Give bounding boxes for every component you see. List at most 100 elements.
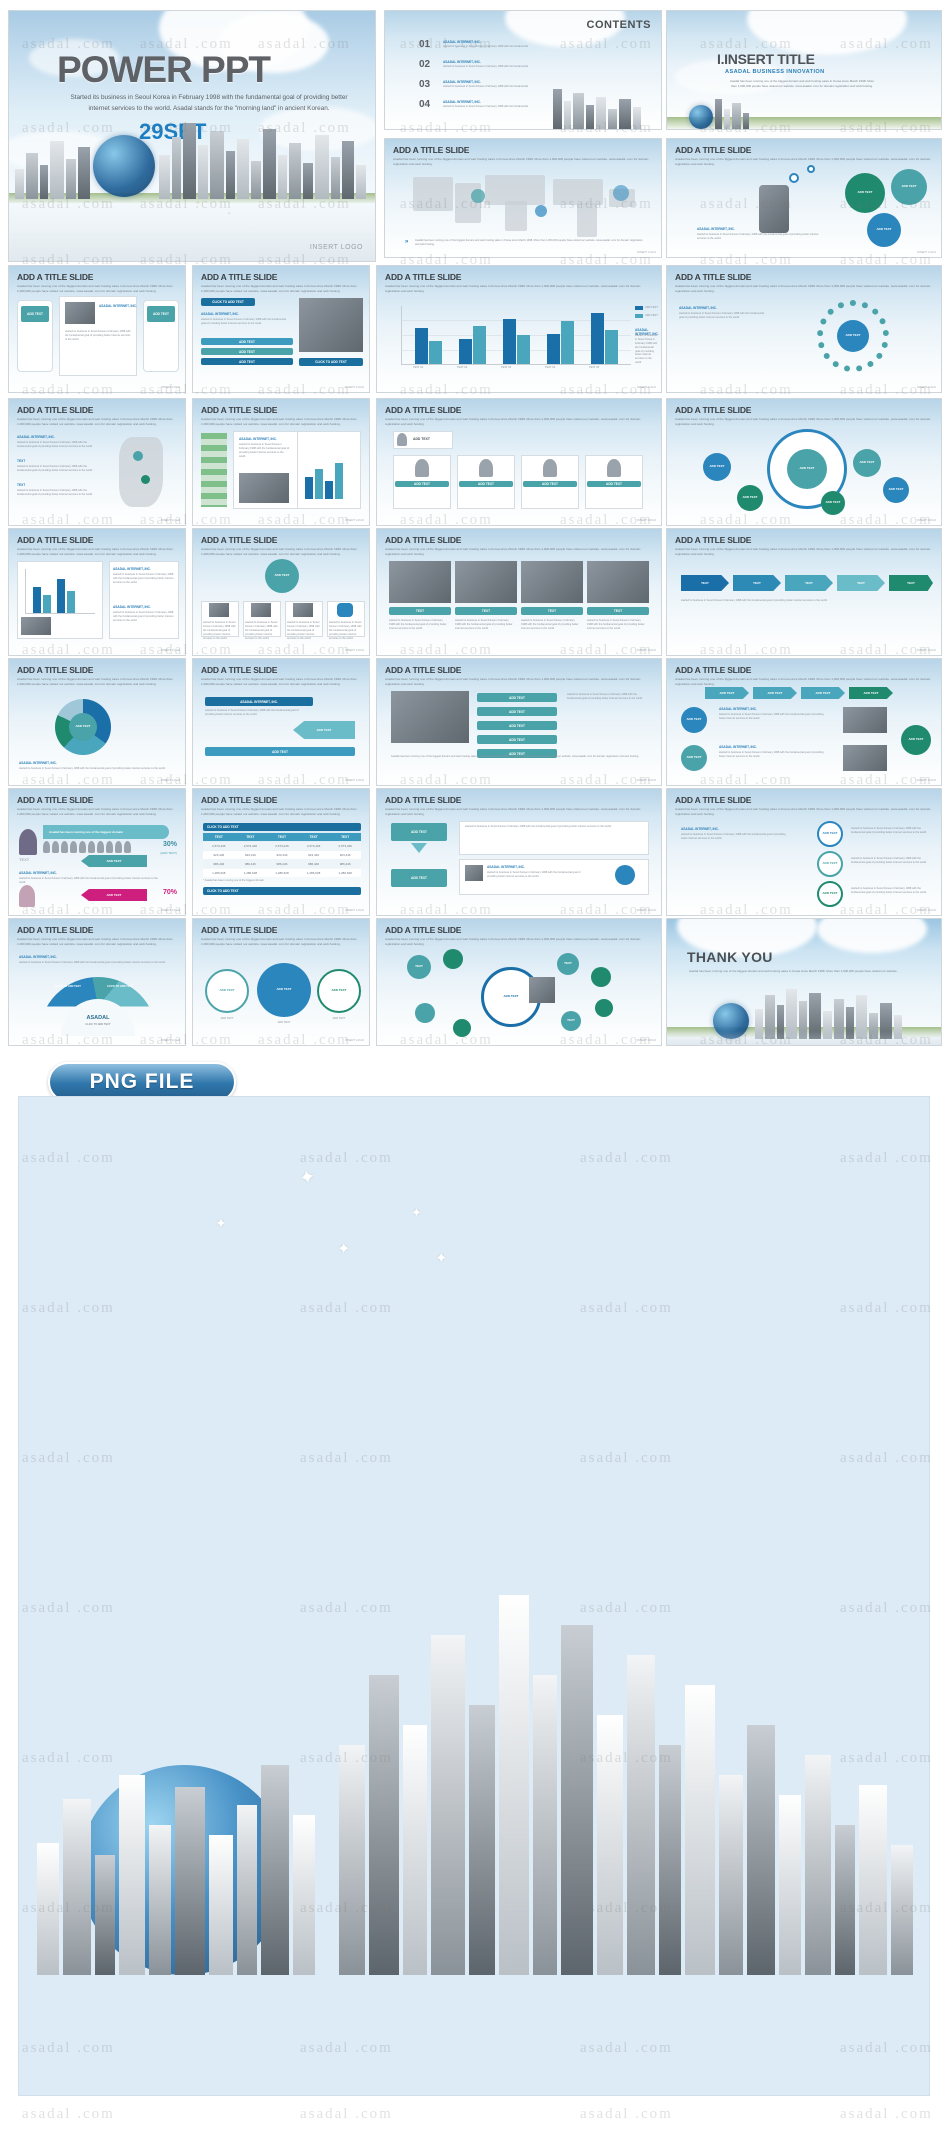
slide-gauge[interactable]: ADD A TITLE SLIDE Asadal has been runnin… [8,918,186,1046]
slide-cycle-flow[interactable]: ADD A TITLE SLIDE Asadal has been runnin… [666,658,942,786]
slide-numbered-blocks[interactable]: ADD A TITLE SLIDE Asadal has been runnin… [376,788,662,916]
slide-data-table[interactable]: ADD A TITLE SLIDE Asadal has been runnin… [192,788,370,916]
node-circle[interactable]: TEXT [561,1011,581,1031]
add-text-chip[interactable]: ADD TEXT [587,481,641,487]
add-text-chip[interactable]: ADD TEXT [523,481,577,487]
add-text-chip[interactable]: ADD TEXT [201,358,293,365]
add-text-circle[interactable]: ADD TEXT [817,821,843,847]
add-text-arrow[interactable]: ADD TEXT [81,889,147,901]
flow-step[interactable]: ADD TEXT [705,687,749,699]
flow-step[interactable]: TEXT [889,575,933,591]
slide-chart-report[interactable]: ADD A TITLE SLIDE Asadal has been runnin… [8,528,186,656]
flow-step[interactable]: TEXT [837,575,885,591]
add-text-arrow[interactable]: ADD TEXT [81,855,147,867]
slide-profile-cards[interactable]: ADD A TITLE SLIDE Asadal has been runnin… [376,398,662,526]
add-text-chip[interactable]: ADD TEXT [21,306,49,322]
slide-ring-list[interactable]: ADD A TITLE SLIDE Asadal has been runnin… [666,788,942,916]
slide-circles-device[interactable]: ADD A TITLE SLIDE Asadal has been runnin… [666,138,942,258]
flow-step[interactable]: TEXT [733,575,781,591]
add-text-circle[interactable]: ADD TEXT [205,969,249,1013]
slide-three-rings[interactable]: ADD A TITLE SLIDE Asadal has been runnin… [192,918,370,1046]
table-header-label[interactable]: CLICK TO ADD TEXT [203,823,361,831]
add-text-chip[interactable]: ADD TEXT [201,338,293,345]
add-text-circle[interactable]: ADD TEXT [901,725,931,755]
node-circle[interactable] [453,1019,471,1037]
table-row[interactable]: 2,573,446 2,573,446 2,573,446 2,573,446 … [203,842,361,850]
flow-step[interactable]: TEXT [785,575,833,591]
slide-dotted-circle[interactable]: ADD A TITLE SLIDE Asadal has been runnin… [666,265,942,393]
slide-mobile-cards[interactable]: ADD A TITLE SLIDE Asadal has been runnin… [8,265,186,393]
slide-chevron-flow[interactable]: ADD A TITLE SLIDE Asadal has been runnin… [666,528,942,656]
node-circle[interactable] [443,949,463,969]
add-text-circle[interactable]: ADD TEXT [69,713,97,741]
add-text-circle[interactable]: ADD TEXT [853,449,881,477]
add-text-chip[interactable]: ADD TEXT [477,721,557,730]
caption-bar[interactable]: Asadal has been running one of the bigge… [43,825,169,839]
company-banner[interactable]: ASADAL INTERNET, INC. [205,697,313,706]
node-circle[interactable]: TEXT [407,955,431,979]
add-text-chip[interactable]: ADD TEXT [477,735,557,744]
add-text-chip[interactable]: ADD TEXT [205,747,355,756]
map-marker[interactable] [141,475,150,484]
slide-korea-map[interactable]: ADD A TITLE SLIDE Asadal has been runnin… [8,398,186,526]
slide-donut[interactable]: ADD A TITLE SLIDE Asadal has been runnin… [8,658,186,786]
add-text-circle[interactable]: ADD TEXT [681,745,707,771]
table-row[interactable]: 923,446 923,446 923,446 923,446 923,446 [203,851,361,859]
flow-step[interactable]: ADD TEXT [753,687,797,699]
add-text-arrow[interactable]: ADD TEXT [293,721,355,739]
table-row[interactable]: 1,286,628 1,286,628 1,286,628 1,286,628 … [203,869,361,877]
text-chip[interactable]: TEXT [521,607,583,615]
table-row[interactable]: 986,446 986,446 986,446 986,446 986,446 [203,860,361,868]
add-text-chip[interactable]: ADD TEXT [477,707,557,716]
add-text-circle[interactable]: ADD TEXT [891,169,927,205]
add-text-circle[interactable]: ADD TEXT [817,851,843,877]
add-text-chip[interactable]: ADD TEXT [201,348,293,355]
add-text-circle[interactable]: ADD TEXT [845,173,885,213]
slide-section-title[interactable]: I.INSERT TITLE ASADAL BUSINESS INNOVATIO… [666,10,942,130]
slide-four-icons[interactable]: ADD A TITLE SLIDE Asadal has been runnin… [192,528,370,656]
add-text-circle[interactable]: ADD TEXT [737,485,763,511]
map-marker[interactable] [471,189,485,203]
slide-brochure[interactable]: ADD A TITLE SLIDE Asadal has been runnin… [192,398,370,526]
flow-step[interactable]: TEXT [681,575,729,591]
add-text-circle[interactable]: ADD TEXT [837,320,869,352]
add-text-circle[interactable]: ADD TEXT [703,453,731,481]
slide-world-map[interactable]: ADD A TITLE SLIDE Asadal has been runnin… [384,138,662,258]
slide-circle-cluster[interactable]: ADD A TITLE SLIDE Asadal has been runnin… [666,398,942,526]
slide-network-nodes[interactable]: ADD A TITLE SLIDE Asadal has been runnin… [376,918,662,1046]
map-marker[interactable] [133,451,143,461]
slide-bar-chart[interactable]: ADD A TITLE SLIDE Asadal has been runnin… [376,265,662,393]
node-circle[interactable] [591,967,611,987]
node-circle[interactable] [595,999,613,1017]
text-chip[interactable]: TEXT [389,607,451,615]
add-text-circle[interactable]: ADD TEXT [681,707,707,733]
flow-step[interactable]: ADD TEXT [801,687,845,699]
slide-business-people[interactable]: ADD A TITLE SLIDE Asadal has been runnin… [192,265,370,393]
add-text-circle[interactable]: ADD TEXT [883,477,909,503]
add-text-chip[interactable]: ADD TEXT [459,481,513,487]
slide-people-stats[interactable]: ADD A TITLE SLIDE Asadal has been runnin… [8,788,186,916]
text-chip[interactable]: TEXT [587,607,649,615]
add-text-circle[interactable]: ADD TEXT [265,559,299,593]
add-text-circle[interactable]: ADD TEXT [821,491,845,515]
node-circle[interactable] [415,1003,435,1023]
click-to-add-text-chip[interactable]: CLICK TO ADD TEXT [201,298,255,306]
add-text-circle[interactable]: ADD TEXT [317,969,361,1013]
slide-photo-list[interactable]: ADD A TITLE SLIDE Asadal has been runnin… [376,658,662,786]
add-text-chip[interactable]: ADD TEXT [391,823,447,841]
add-text-chip[interactable]: ADD TEXT [147,306,175,322]
add-text-circle[interactable]: ADD TEXT [787,449,827,489]
slide-thank-you[interactable]: THANK YOU Asadal has been running one of… [666,918,942,1046]
map-marker[interactable] [613,185,629,201]
table-header-label[interactable]: CLICK TO ADD TEXT [203,887,361,895]
hero-title-slide[interactable]: POWER PPT Started its business in Seoul … [8,10,376,262]
slide-photo-strip[interactable]: ADD A TITLE SLIDE Asadal has been runnin… [376,528,662,656]
add-text-circle[interactable]: ADD TEXT [867,213,901,247]
click-to-add-text-chip[interactable]: CLICK TO ADD TEXT [299,358,363,366]
slide-zigzag[interactable]: ADD A TITLE SLIDE Asadal has been runnin… [192,658,370,786]
add-text-circle[interactable]: ADD TEXT [257,963,311,1017]
text-chip[interactable]: TEXT [455,607,517,615]
add-text-chip[interactable]: ADD TEXT [477,693,557,702]
map-marker[interactable] [535,205,547,217]
add-text-chip[interactable]: ADD TEXT [395,481,449,487]
